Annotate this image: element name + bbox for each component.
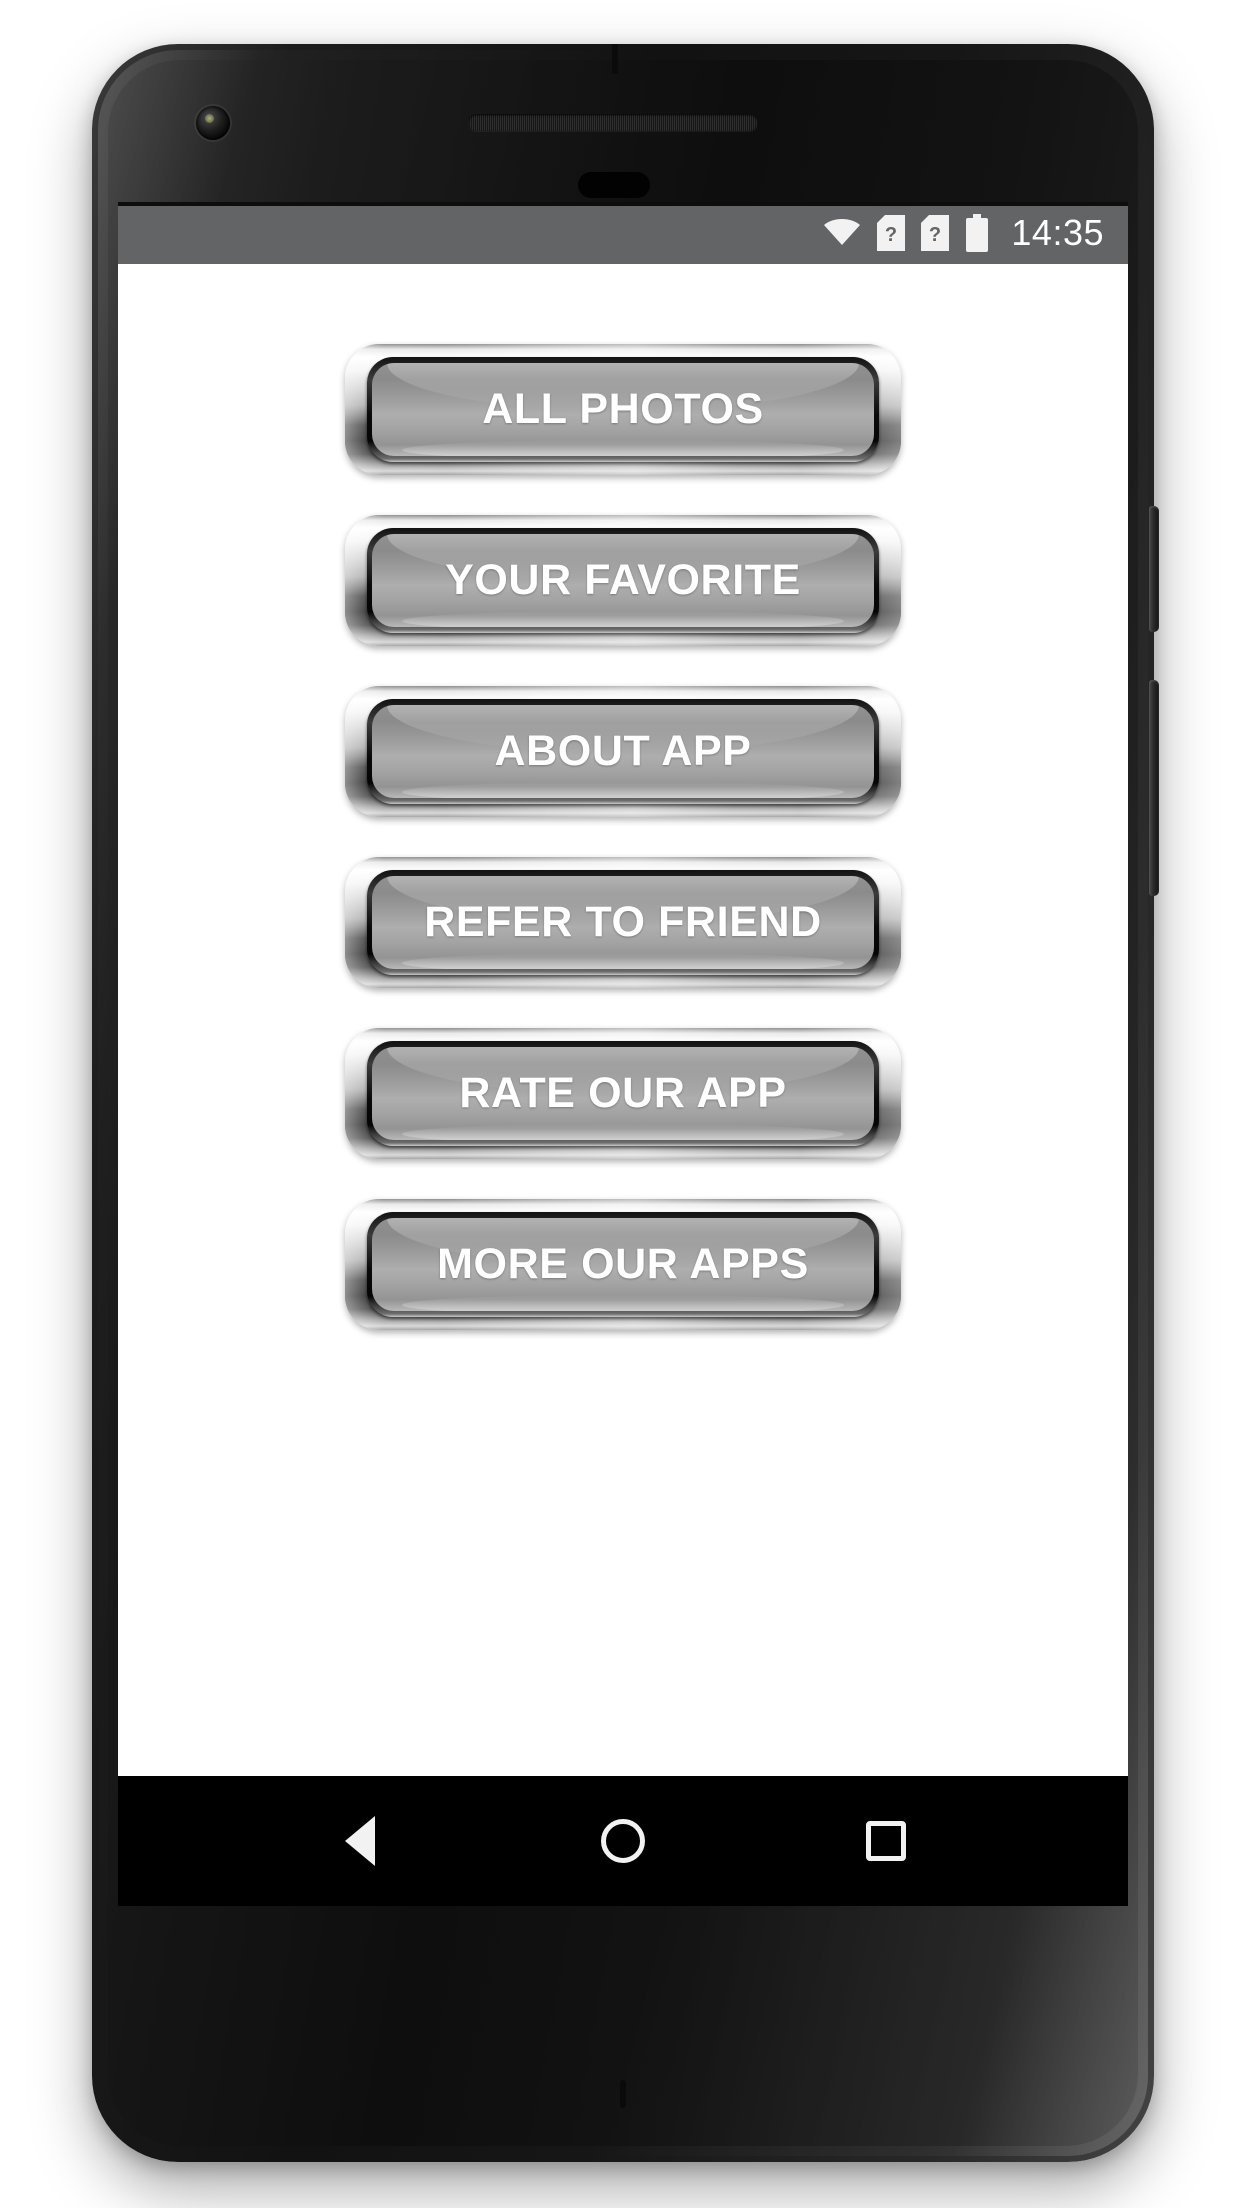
status-bar-clock: 14:35 xyxy=(1011,212,1104,253)
button-face: MORE OUR APPS xyxy=(372,1218,874,1311)
button-face: ALL PHOTOS xyxy=(372,363,874,456)
menu-button-refer-to-friend[interactable]: REFER TO FRIEND xyxy=(345,857,901,988)
battery-icon xyxy=(965,214,989,252)
button-face: RATE OUR APP xyxy=(372,1047,874,1140)
menu-button-more-our-apps[interactable]: MORE OUR APPS xyxy=(345,1199,901,1330)
home-circle-icon xyxy=(600,1819,645,1863)
android-navigation-bar xyxy=(118,1776,1128,1906)
menu-button-rate-our-app[interactable]: RATE OUR APP xyxy=(345,1028,901,1159)
menu-button-label: RATE OUR APP xyxy=(459,1069,787,1117)
button-face: REFER TO FRIEND xyxy=(372,876,874,969)
status-bar-top-shade xyxy=(118,202,1128,206)
wifi-icon xyxy=(823,218,861,248)
menu-button-label: YOUR FAVORITE xyxy=(445,556,801,604)
menu-button-about-app[interactable]: ABOUT APP xyxy=(345,686,901,817)
screenshot-stage: ? ? 14:35 ALL PHOTOS YOUR FAVORITE ABOUT… xyxy=(0,0,1242,2208)
power-button[interactable] xyxy=(1149,506,1159,632)
phone-screen: ? ? 14:35 ALL PHOTOS YOUR FAVORITE ABOUT… xyxy=(118,202,1128,1906)
earpiece-speaker-icon xyxy=(468,114,758,131)
recents-square-icon xyxy=(866,1821,907,1861)
menu-button-label: ALL PHOTOS xyxy=(482,385,764,433)
nav-home-button[interactable] xyxy=(575,1793,671,1889)
sim-card-unknown-icon-1: ? xyxy=(877,215,906,251)
button-face: YOUR FAVORITE xyxy=(372,534,874,627)
app-main-menu: ALL PHOTOS YOUR FAVORITE ABOUT APP REFER… xyxy=(118,264,1128,1776)
menu-button-all-photos[interactable]: ALL PHOTOS xyxy=(345,344,901,475)
volume-rocker-button[interactable] xyxy=(1149,680,1159,896)
nav-back-button[interactable] xyxy=(312,1793,408,1889)
sim-card-unknown-icon-2: ? xyxy=(921,215,950,251)
nav-recents-button[interactable] xyxy=(838,1793,934,1889)
menu-button-label: MORE OUR APPS xyxy=(437,1240,809,1288)
menu-button-label: REFER TO FRIEND xyxy=(424,898,822,946)
menu-button-label: ABOUT APP xyxy=(494,727,752,775)
svg-text:?: ? xyxy=(929,224,941,246)
front-camera-icon xyxy=(196,106,230,140)
status-bar: ? ? 14:35 xyxy=(118,202,1128,264)
phone-device: ? ? 14:35 ALL PHOTOS YOUR FAVORITE ABOUT… xyxy=(92,44,1159,2162)
svg-text:?: ? xyxy=(885,224,897,246)
menu-button-your-favorite[interactable]: YOUR FAVORITE xyxy=(345,515,901,646)
back-triangle-icon xyxy=(344,1816,375,1866)
bottom-antenna-line xyxy=(620,2080,626,2108)
proximity-sensor-icon xyxy=(578,172,650,198)
button-face: ABOUT APP xyxy=(372,705,874,798)
top-antenna-line xyxy=(612,44,618,74)
